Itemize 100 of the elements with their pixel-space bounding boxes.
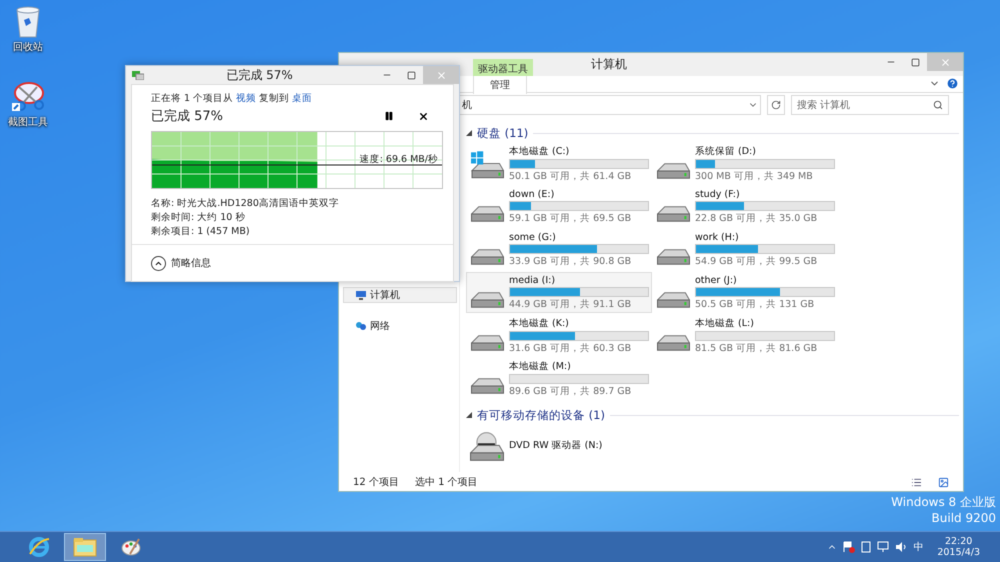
maximize-icon	[910, 58, 920, 66]
search-icon	[933, 100, 943, 110]
drive-tile[interactable]: 本地磁盘 (M:) 89.6 GB 可用，共 89.7 GB	[466, 358, 652, 400]
refresh-button[interactable]	[767, 95, 785, 116]
cancel-icon	[418, 110, 428, 122]
close-icon	[436, 70, 446, 80]
hard-drive-icon	[470, 248, 504, 265]
drive-tile[interactable]: work (H:) 54.9 GB 可用，共 99.5 GB	[652, 229, 838, 270]
drive-name: 本地磁盘 (L:)	[695, 316, 755, 330]
folder-link[interactable]: 视频	[236, 93, 256, 104]
collapse-chevron-icon	[151, 256, 166, 270]
drive-space-text: 31.6 GB 可用，共 60.3 GB	[509, 342, 632, 355]
palette-icon	[120, 536, 142, 558]
drive-name: DVD RW 驱动器 (N:)	[509, 439, 602, 452]
hard-drive-icon	[656, 206, 690, 222]
drive-name: other (J:)	[695, 274, 738, 286]
flag-icon[interactable]	[843, 541, 856, 553]
drive-name: 系统保留 (D:)	[695, 144, 757, 158]
speaker-icon[interactable]	[895, 541, 908, 553]
drive-tile[interactable]: other (J:) 50.5 GB 可用，共 131 GB	[652, 272, 838, 314]
folder-link[interactable]: 桌面	[292, 93, 312, 104]
clock[interactable]: 22:20 2015/4/3	[937, 536, 980, 558]
hard-drive-icon	[656, 334, 690, 351]
drive-space-text: 54.9 GB 可用，共 99.5 GB	[695, 254, 818, 268]
drive-space-text: 50.5 GB 可用，共 131 GB	[695, 298, 816, 311]
address-bar[interactable]: 机	[459, 95, 761, 116]
collapse-triangle-icon[interactable]	[466, 412, 472, 418]
status-text: 12 个项目	[353, 476, 399, 490]
detail-text: 剩余时间: 大约 10 秒	[151, 211, 246, 224]
group-header[interactable]: 硬盘 (11)	[477, 126, 528, 141]
tiles-view-icon[interactable]	[938, 476, 949, 488]
dvd-drive-icon	[470, 432, 504, 461]
drive-space-text: 89.6 GB 可用，共 89.7 GB	[509, 384, 632, 398]
drive-name: media (I:)	[509, 274, 556, 286]
close-icon	[940, 56, 950, 68]
detail-text: 名称: 时光大战.HD1280高清国语中英双字	[151, 197, 340, 210]
browser-e-icon	[28, 536, 50, 558]
drive-name: work (H:)	[695, 232, 740, 243]
copy-icon	[132, 70, 144, 80]
recycle-bin-icon[interactable]	[14, 6, 42, 38]
hard-drive-icon	[470, 378, 504, 394]
pause-icon	[384, 111, 394, 121]
os-edition-text: Windows 8 企业版	[891, 494, 996, 511]
drive-name: some (G:)	[509, 232, 557, 243]
network-icon	[356, 322, 366, 330]
help-icon[interactable]	[946, 77, 959, 90]
collapse-triangle-icon[interactable]	[466, 130, 472, 136]
drive-tile[interactable]: 本地磁盘 (C:) 50.1 GB 可用，共 61.4 GB	[466, 143, 652, 184]
desktop-icon-label[interactable]: 截图工具	[8, 115, 48, 129]
input-method-indicator[interactable]: 中	[913, 540, 924, 554]
window-title: 已完成 57%	[226, 66, 293, 84]
drive-tile[interactable]: 本地磁盘 (L:) 81.5 GB 可用，共 81.6 GB	[652, 315, 838, 356]
drive-name: study (F:)	[695, 188, 741, 200]
os-edition-text: Build 9200	[932, 511, 996, 525]
drive-space-text: 81.5 GB 可用，共 81.6 GB	[695, 342, 818, 355]
drive-tile[interactable]: media (I:) 44.9 GB 可用，共 91.1 GB	[466, 272, 652, 314]
drive-tile[interactable]: 系统保留 (D:) 300 MB 可用，共 349 MB	[652, 143, 838, 184]
drive-tile[interactable]: down (E:) 59.1 GB 可用，共 69.5 GB	[466, 186, 652, 228]
drive-tile[interactable]: DVD RW 驱动器 (N:)	[466, 425, 652, 466]
fewer-details-button[interactable]: 简略信息	[151, 256, 211, 270]
monitor-icon	[356, 290, 366, 300]
hard-drive-icon	[470, 292, 504, 308]
speed-text: 速度: 69.6 MB/秒	[360, 153, 438, 166]
progress-heading: 已完成 57%	[151, 108, 224, 125]
hard-drive-icon	[656, 292, 690, 308]
nav-item[interactable]: 网络	[343, 318, 457, 334]
folder-icon	[73, 537, 97, 557]
copy-description: 正在将 1 个项目从 视频 复制到 桌面	[151, 92, 314, 105]
network-icon[interactable]	[877, 541, 890, 553]
drive-tile[interactable]: study (F:) 22.8 GB 可用，共 35.0 GB	[652, 186, 838, 228]
scissors-icon[interactable]	[11, 81, 45, 113]
nav-item[interactable]: 计算机	[343, 287, 457, 304]
group-header[interactable]: 有可移动存储的设备 (1)	[477, 408, 605, 423]
drive-name: 本地磁盘 (C:)	[509, 144, 570, 158]
desktop-icon-label[interactable]: 回收站	[13, 40, 43, 54]
maximize-icon	[406, 70, 416, 80]
drive-space-text: 22.8 GB 可用，共 35.0 GB	[695, 212, 818, 225]
drive-space-text: 50.1 GB 可用，共 61.4 GB	[509, 170, 632, 183]
drive-space-text: 300 MB 可用，共 349 MB	[695, 170, 814, 183]
drive-tile[interactable]: 本地磁盘 (K:) 31.6 GB 可用，共 60.3 GB	[466, 315, 652, 356]
hard-drive-icon	[470, 334, 504, 351]
drive-tile[interactable]: some (G:) 33.9 GB 可用，共 90.8 GB	[466, 229, 652, 270]
drive-space-text: 59.1 GB 可用，共 69.5 GB	[509, 212, 632, 225]
refresh-icon	[771, 100, 781, 110]
ribbon-tab[interactable]: 管理	[473, 76, 527, 94]
drive-space-text: 44.9 GB 可用，共 91.1 GB	[509, 298, 632, 311]
hard-drive-icon	[656, 248, 690, 265]
window-title: 计算机	[591, 56, 627, 73]
system-drive-icon	[470, 150, 504, 179]
drive-name: 本地磁盘 (K:)	[509, 316, 570, 330]
details-view-icon[interactable]	[911, 476, 922, 488]
detail-text: 剩余项目: 1 (457 MB)	[151, 225, 251, 238]
status-text: 选中 1 个项目	[414, 476, 478, 490]
drive-space-text: 33.9 GB 可用，共 90.8 GB	[509, 254, 632, 268]
search-field[interactable]: 搜索 计算机	[791, 95, 949, 116]
drive-name: 本地磁盘 (M:)	[509, 360, 572, 373]
drive-name: down (E:)	[509, 188, 556, 200]
hard-drive-icon	[470, 206, 504, 222]
battery-icon[interactable]	[861, 541, 872, 553]
hard-drive-icon	[656, 162, 690, 179]
